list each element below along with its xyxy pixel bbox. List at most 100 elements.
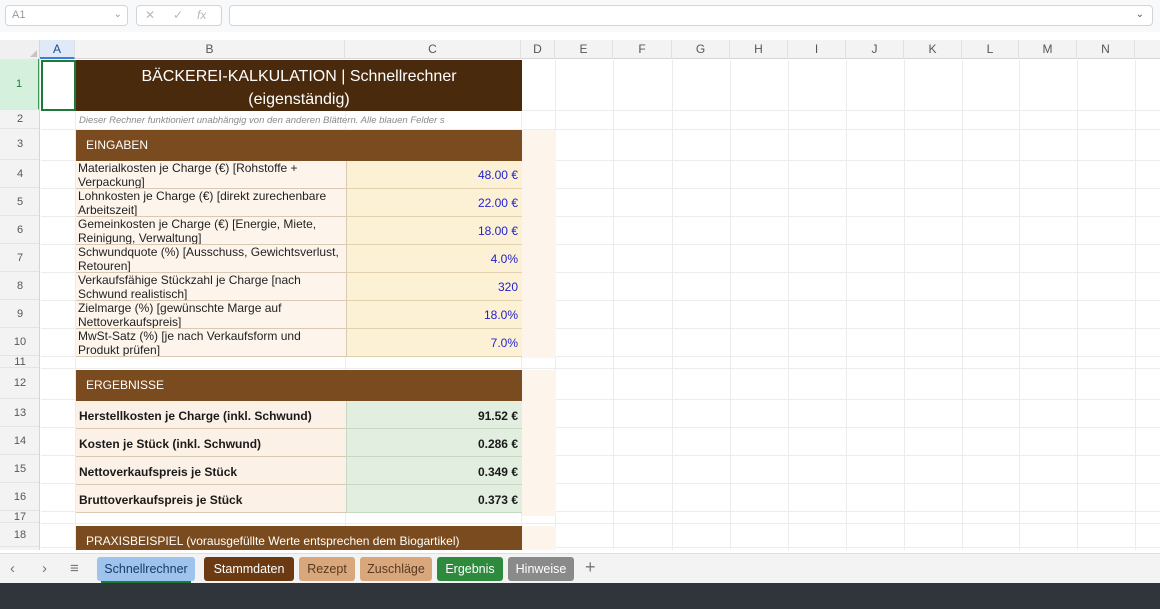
input-label[interactable]: Schwundquote (%) [Ausschuss, Gewichtsver…	[76, 245, 346, 273]
column-header-m[interactable]: M	[1019, 40, 1077, 59]
input-value-cell[interactable]: 7.0%	[346, 329, 522, 357]
tab-zuschläge[interactable]: Zuschläge	[360, 557, 432, 581]
row-header-1[interactable]: 1	[0, 59, 39, 110]
sheet-tabs-bar: ‹ › ≡ Schnellrechner Stammdaten Rezept Zusc…	[0, 553, 1160, 583]
row-header-6[interactable]: 6	[0, 216, 39, 244]
section-margin	[522, 370, 556, 516]
results-header[interactable]: ERGEBNISSE	[76, 370, 522, 401]
result-value-cell[interactable]: 91.52 €	[346, 401, 522, 429]
column-header-f[interactable]: F	[613, 40, 672, 59]
input-value-cell[interactable]: 48.00 €	[346, 161, 522, 189]
chevron-down-icon[interactable]: ⌄	[114, 9, 122, 20]
tab-prev-icon[interactable]: ‹	[10, 560, 15, 577]
row-header-7[interactable]: 7	[0, 244, 39, 272]
input-label-line: Verkaufsfähige Stückzahl je Charge [nach	[78, 273, 301, 287]
expand-formula-icon[interactable]: ⌄	[1136, 9, 1144, 20]
tab-schnellrechner[interactable]: Schnellrechner	[97, 557, 195, 581]
instruction-note[interactable]: Dieser Rechner funktioniert unabhängig v…	[76, 111, 522, 130]
spreadsheet-app: A1 ⌄ ✕ ✓ fx ⌄ ABCDEFGHIJKLMN 1 2 3 4 5 6 7 8 9 10…	[0, 0, 1160, 609]
column-header-g[interactable]: G	[672, 40, 730, 59]
row-header-18[interactable]: 18	[0, 523, 39, 547]
column-header-a[interactable]: A	[40, 40, 75, 59]
result-value-cell[interactable]: 0.373 €	[346, 485, 522, 513]
input-label[interactable]: Lohnkosten je Charge (€) [direkt zureche…	[76, 189, 346, 217]
column-header-h[interactable]: H	[730, 40, 788, 59]
column-headers: ABCDEFGHIJKLMN	[0, 40, 1160, 59]
column-header-e[interactable]: E	[555, 40, 613, 59]
sheet-title-line2: (eigenständig)	[248, 91, 350, 108]
row-header-9[interactable]: 9	[0, 300, 39, 328]
fx-icon[interactable]: fx	[197, 8, 206, 22]
column-header-c[interactable]: C	[345, 40, 521, 59]
column-header-j[interactable]: J	[846, 40, 904, 59]
select-all-corner[interactable]	[0, 40, 40, 59]
row-header-8[interactable]: 8	[0, 272, 39, 300]
grid-line	[613, 60, 614, 550]
grid-line	[1077, 60, 1078, 550]
column-header-b[interactable]: B	[75, 40, 345, 59]
row-header-14[interactable]: 14	[0, 427, 39, 455]
input-value-cell[interactable]: 4.0%	[346, 245, 522, 273]
result-value-cell[interactable]: 0.349 €	[346, 457, 522, 485]
input-label-line: Schwund realistisch]	[78, 287, 188, 301]
row-header-5[interactable]: 5	[0, 188, 39, 216]
tab-rezept[interactable]: Rezept	[299, 557, 355, 581]
input-label-line: Materialkosten je Charge (€) [Rohstoffe …	[78, 161, 298, 175]
column-header-k[interactable]: K	[904, 40, 962, 59]
grid-line	[41, 368, 1160, 369]
cancel-icon[interactable]: ✕	[145, 8, 155, 22]
column-header-n[interactable]: N	[1077, 40, 1135, 59]
tab-stammdaten[interactable]: Stammdaten	[204, 557, 294, 581]
input-label[interactable]: MwSt-Satz (%) [je nach Verkaufsform und P…	[76, 329, 346, 357]
sheet-title-line1: BÄCKEREI-KALKULATION | Schnellrechner	[141, 68, 457, 85]
tab-ergebnis[interactable]: Ergebnis	[437, 557, 503, 581]
section-margin	[522, 526, 556, 550]
column-header-l[interactable]: L	[962, 40, 1019, 59]
input-label[interactable]: Verkaufsfähige Stückzahl je Charge [nach…	[76, 273, 346, 301]
row-header-2[interactable]: 2	[0, 110, 39, 129]
input-label-line: Schwundquote (%) [Ausschuss, Gewichtsver…	[78, 245, 339, 259]
row-header-16[interactable]: 16	[0, 483, 39, 511]
grid-line	[962, 60, 963, 550]
grid-line	[846, 60, 847, 550]
input-label[interactable]: Zielmarge (%) [gewünschte Marge auf Netto…	[76, 301, 346, 329]
result-label[interactable]: Nettoverkaufspreis je Stück	[76, 457, 346, 485]
input-label[interactable]: Materialkosten je Charge (€) [Rohstoffe …	[76, 161, 346, 189]
input-label-line: Gemeinkosten je Charge (€) [Energie, Mie…	[78, 217, 317, 231]
input-value-cell[interactable]: 320	[346, 273, 522, 301]
row-header-15[interactable]: 15	[0, 455, 39, 483]
row-header-10[interactable]: 10	[0, 328, 39, 356]
sheet-title[interactable]: BÄCKEREI-KALKULATION | Schnellrechner (e…	[76, 60, 522, 111]
result-label[interactable]: Bruttoverkaufspreis je Stück	[76, 485, 346, 513]
column-header-d[interactable]: D	[521, 40, 555, 59]
grid-line	[672, 60, 673, 550]
sheet-grid[interactable]: BÄCKEREI-KALKULATION | Schnellrechner (e…	[41, 60, 1160, 550]
grid-line	[41, 523, 1160, 524]
formula-input[interactable]: ⌄	[229, 5, 1153, 26]
tab-next-icon[interactable]: ›	[42, 560, 47, 577]
status-bar	[0, 583, 1160, 609]
input-label[interactable]: Gemeinkosten je Charge (€) [Energie, Mie…	[76, 217, 346, 245]
add-sheet-icon[interactable]: +	[585, 557, 596, 578]
result-value-cell[interactable]: 0.286 €	[346, 429, 522, 457]
input-value-cell[interactable]: 18.00 €	[346, 217, 522, 245]
inputs-header[interactable]: EINGABEN	[76, 130, 522, 161]
row-header-17[interactable]: 17	[0, 511, 39, 523]
confirm-icon[interactable]: ✓	[173, 8, 183, 22]
row-header-3[interactable]: 3	[0, 129, 39, 160]
input-label-line: Reinigung, Verwaltung]	[78, 231, 202, 245]
selected-cell-outline[interactable]	[41, 60, 76, 111]
row-header-13[interactable]: 13	[0, 399, 39, 427]
example-header[interactable]: PRAXISBEISPIEL (vorausgefüllte Werte ent…	[76, 526, 522, 550]
row-header-4[interactable]: 4	[0, 160, 39, 188]
input-value-cell[interactable]: 18.0%	[346, 301, 522, 329]
sheet-list-icon[interactable]: ≡	[70, 560, 79, 577]
tab-hinweise[interactable]: Hinweise	[508, 557, 574, 581]
column-header-i[interactable]: I	[788, 40, 846, 59]
row-header-12[interactable]: 12	[0, 368, 39, 399]
row-header-11[interactable]: 11	[0, 356, 39, 368]
result-label[interactable]: Herstellkosten je Charge (inkl. Schwund)	[76, 401, 346, 429]
result-label[interactable]: Kosten je Stück (inkl. Schwund)	[76, 429, 346, 457]
input-value-cell[interactable]: 22.00 €	[346, 189, 522, 217]
name-box[interactable]: A1 ⌄	[5, 5, 128, 26]
